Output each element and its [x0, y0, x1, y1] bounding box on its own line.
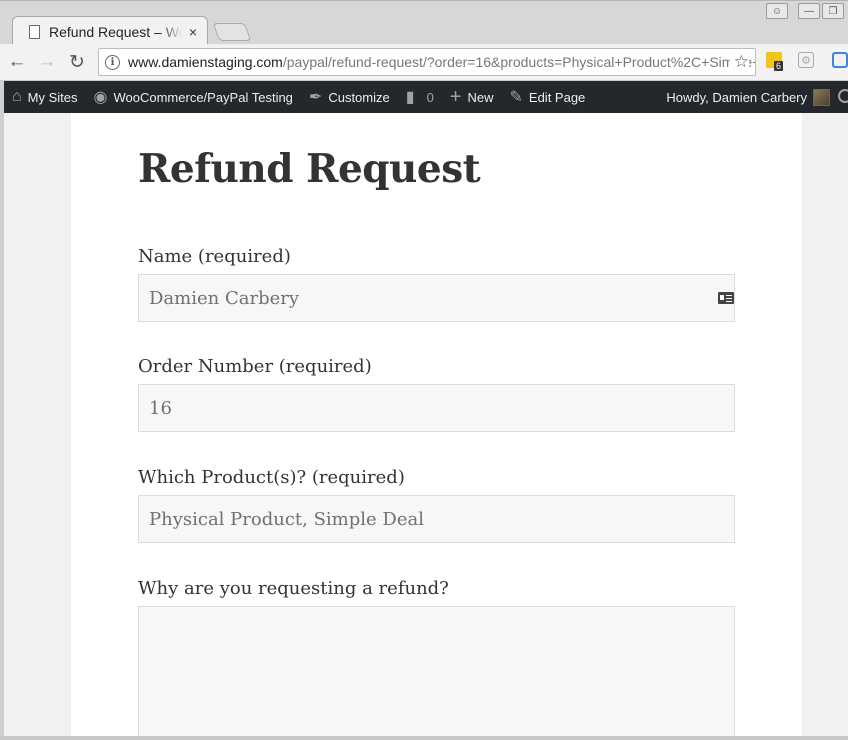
- back-button[interactable]: ←: [4, 49, 30, 75]
- admin-bar-edit-page[interactable]: ✎ Edit Page: [502, 81, 594, 113]
- order-number-field[interactable]: 16: [138, 384, 735, 432]
- extension-gear-icon[interactable]: ⚙: [798, 52, 814, 68]
- minimize-icon[interactable]: —: [798, 3, 820, 19]
- search-icon[interactable]: [838, 89, 848, 103]
- tab-close-icon[interactable]: ×: [189, 24, 197, 40]
- contact-card-icon[interactable]: [718, 292, 734, 304]
- extension-badge: 6: [774, 61, 784, 71]
- wp-admin-bar: ⌂ My Sites ◉ WooCommerce/PayPal Testing …: [4, 81, 848, 113]
- admin-bar-site-name[interactable]: ◉ WooCommerce/PayPal Testing: [86, 81, 301, 113]
- refund-reason-textarea[interactable]: [138, 606, 735, 740]
- name-field[interactable]: Damien Carbery: [138, 274, 735, 322]
- restore-icon[interactable]: ❐: [822, 3, 844, 19]
- browser-tab[interactable]: Refund Request – WooCommerce/PayPal Test…: [12, 16, 208, 46]
- admin-bar-new[interactable]: + New: [442, 81, 502, 113]
- admin-bar-my-sites[interactable]: ⌂ My Sites: [4, 81, 86, 113]
- tab-title: Refund Request – WooCommerce/PayPal Test…: [49, 23, 183, 40]
- browser-tab-strip: Refund Request – WooCommerce/PayPal Test…: [0, 0, 848, 46]
- address-bar[interactable]: i www.damienstaging.com/paypal/refund-re…: [98, 48, 756, 76]
- comment-icon: ▮: [405, 89, 415, 106]
- my-sites-label: My Sites: [27, 89, 78, 105]
- new-tab-button[interactable]: [212, 23, 252, 41]
- avatar: [813, 88, 830, 106]
- document-icon: [29, 24, 40, 39]
- pencil-icon: ✎: [509, 89, 523, 106]
- admin-bar-account[interactable]: Howdy, Damien Carbery: [666, 81, 830, 113]
- brush-icon: ✒: [308, 89, 323, 106]
- admin-bar-comments[interactable]: ▮ 0: [398, 81, 442, 113]
- howdy-label: Howdy, Damien Carbery: [666, 89, 807, 105]
- name-label: Name (required): [138, 246, 291, 267]
- order-number-label: Order Number (required): [138, 356, 372, 377]
- url-path: /paypal/refund-request/?order=16&product…: [282, 54, 756, 70]
- page-title: Refund Request: [138, 146, 481, 192]
- comments-count: 0: [426, 89, 434, 105]
- info-icon[interactable]: i: [105, 54, 120, 70]
- order-number-value: 16: [149, 397, 172, 419]
- user-profile-icon[interactable]: ☺: [766, 3, 788, 19]
- products-label: Which Product(s)? (required): [138, 467, 405, 488]
- name-field-value: Damien Carbery: [149, 287, 300, 309]
- bookmark-star-icon[interactable]: ☆: [729, 52, 749, 72]
- refund-reason-label: Why are you requesting a refund?: [138, 578, 449, 599]
- window-bottom-edge: [0, 736, 848, 740]
- extension-icon[interactable]: 6: [766, 52, 784, 71]
- url-host: www.damienstaging.com: [128, 54, 283, 70]
- dashboard-icon: ◉: [93, 89, 108, 106]
- reload-button[interactable]: ↻: [64, 49, 90, 75]
- plus-icon: +: [449, 85, 462, 108]
- products-field[interactable]: Physical Product, Simple Deal: [138, 495, 735, 543]
- my-sites-icon: ⌂: [12, 88, 22, 105]
- new-label: New: [467, 89, 494, 105]
- site-name-label: WooCommerce/PayPal Testing: [113, 89, 293, 105]
- browser-toolbar: ← → ↻ i www.damienstaging.com/paypal/ref…: [0, 44, 848, 81]
- window-controls: ☺ — ❐: [766, 3, 844, 19]
- products-value: Physical Product, Simple Deal: [149, 508, 424, 530]
- edit-page-label: Edit Page: [528, 89, 586, 105]
- admin-bar-customize[interactable]: ✒ Customize: [301, 81, 398, 113]
- customize-label: Customize: [328, 89, 390, 105]
- extension-blue-icon[interactable]: [832, 52, 848, 68]
- forward-button[interactable]: →: [34, 49, 60, 75]
